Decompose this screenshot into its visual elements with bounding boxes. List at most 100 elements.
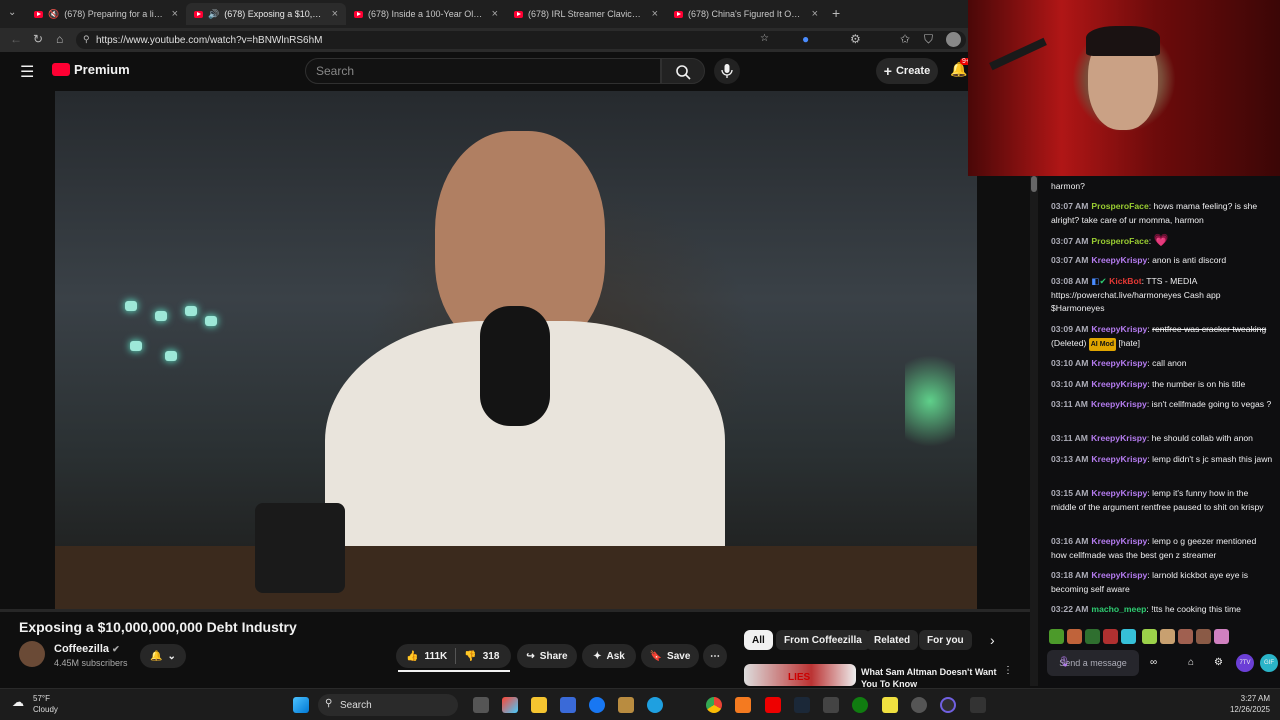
emote[interactable] — [1178, 629, 1193, 644]
chip-related[interactable]: Related — [866, 630, 919, 650]
chat-user[interactable]: KreepyKrispy — [1091, 570, 1147, 580]
chat-user[interactable]: ProsperoFace — [1091, 236, 1148, 246]
emote[interactable] — [1103, 629, 1118, 644]
share-button[interactable]: ↪ Share — [517, 644, 577, 668]
ask-button[interactable]: ✦ Ask — [582, 644, 636, 668]
app-icon[interactable] — [970, 697, 986, 713]
menu-icon[interactable]: ☰ — [20, 62, 34, 82]
gif-icon[interactable]: GIF — [1260, 654, 1278, 672]
recommendation-thumbnail[interactable]: LIES — [744, 664, 856, 686]
video-progress-track[interactable] — [0, 609, 1030, 612]
search-input[interactable]: Search — [305, 58, 661, 84]
profile-avatar[interactable] — [946, 32, 961, 47]
vlc-icon[interactable] — [735, 697, 751, 713]
system-clock[interactable]: 3:27 AM 12/26/2025 — [1200, 693, 1270, 715]
like-button[interactable]: 👍 111K — [406, 651, 447, 662]
weather-icon[interactable]: ☁ — [12, 695, 24, 709]
new-tab-button[interactable]: + — [832, 5, 840, 21]
chat-user[interactable]: KreepyKrispy — [1091, 324, 1147, 334]
more-actions-button[interactable]: ⋯ — [703, 644, 727, 668]
speaker-icon[interactable]: 🔊 — [208, 9, 219, 20]
microphone-icon[interactable]: 🎙 — [1058, 657, 1071, 668]
emote[interactable] — [1121, 629, 1136, 644]
voice-search-button[interactable] — [714, 58, 740, 84]
back-icon[interactable]: ← — [10, 32, 22, 46]
amazon-icon[interactable] — [618, 697, 634, 713]
browser-tab-5[interactable]: (678) China's Figured It Out... - Yo × — [666, 3, 826, 25]
mute-icon[interactable]: 🔇 — [48, 9, 59, 20]
favorite-star-icon[interactable]: ☆ — [760, 33, 769, 44]
emote[interactable] — [1085, 629, 1100, 644]
start-button[interactable] — [293, 697, 309, 713]
chat-user[interactable]: KreepyKrispy — [1091, 433, 1147, 443]
store-icon[interactable] — [560, 697, 576, 713]
browser-tab-3[interactable]: (678) Inside a 100-Year Old Farm × — [346, 3, 506, 25]
emote[interactable] — [1214, 629, 1229, 644]
chat-user[interactable]: KreepyKrispy — [1091, 379, 1147, 389]
shield-icon[interactable]: ⛉ — [924, 32, 933, 47]
url-field[interactable]: ⚲ https://www.youtube.com/watch?v=hBNWln… — [76, 31, 966, 49]
close-tab-icon[interactable]: × — [332, 8, 338, 20]
emote[interactable] — [1160, 629, 1175, 644]
taskbar-search[interactable]: ⚲ Search — [318, 694, 458, 716]
chat-user[interactable]: KreepyKrispy — [1091, 454, 1147, 464]
emote[interactable] — [1196, 629, 1211, 644]
close-tab-icon[interactable]: × — [652, 8, 658, 20]
close-tab-icon[interactable]: × — [172, 8, 178, 20]
channel-name[interactable]: Coffeezilla ✔ — [54, 643, 120, 655]
create-button[interactable]: + Create — [876, 58, 938, 84]
extension-icon[interactable]: ● — [802, 32, 809, 46]
youtube-logo[interactable]: Premium — [52, 62, 130, 77]
edge-icon[interactable] — [647, 697, 663, 713]
chat-user[interactable]: KreepyKrispy — [1091, 399, 1147, 409]
chevron-right-icon[interactable]: › — [990, 632, 995, 648]
chip-from-coffeezilla[interactable]: From Coffeezilla — [776, 630, 870, 650]
recommendation-title[interactable]: What Sam Altman Doesn't Want You To Know — [861, 666, 1001, 690]
chat-user[interactable]: ProsperoFace — [1091, 201, 1148, 211]
emote[interactable] — [1067, 629, 1082, 644]
chat-user[interactable]: KreepyKrispy — [1091, 536, 1147, 546]
weather-widget[interactable]: 57°F Cloudy — [33, 693, 58, 715]
settings-gear-icon[interactable]: ⚙ — [1214, 657, 1223, 668]
xbox-icon[interactable] — [852, 697, 868, 713]
chip-for-you[interactable]: For you — [919, 630, 972, 650]
save-button[interactable]: 🔖 Save — [641, 644, 699, 668]
browser-tab-2[interactable]: 🔊 (678) Exposing a $10,000,000,0 × — [186, 3, 346, 25]
facebook-icon[interactable] — [589, 697, 605, 713]
search-button[interactable] — [661, 58, 705, 84]
browser-tab-1[interactable]: 🔇 (678) Preparing for a lifetime × — [26, 3, 186, 25]
chip-all[interactable]: All — [744, 630, 773, 650]
scrollbar[interactable] — [1030, 176, 1038, 686]
app-icon[interactable] — [823, 697, 839, 713]
chat-user[interactable]: KreepyKrispy — [1091, 488, 1147, 498]
dislike-button[interactable]: 👎 318 — [464, 651, 499, 662]
chat-user[interactable]: KreepyKrispy — [1091, 255, 1147, 265]
subscribed-button[interactable]: 🔔 ⌄ — [140, 644, 186, 668]
copilot-icon[interactable] — [502, 697, 518, 713]
chat-user[interactable]: KreepyKrispy — [1091, 358, 1147, 368]
file-explorer-icon[interactable] — [531, 697, 547, 713]
reload-icon[interactable]: ↻ — [33, 32, 43, 46]
link-icon[interactable]: ∞ — [1150, 657, 1157, 668]
video-player[interactable] — [55, 91, 977, 610]
emote[interactable] — [1049, 629, 1064, 644]
gift-icon[interactable]: ⌂ — [1188, 657, 1194, 668]
youtube-icon[interactable] — [765, 697, 781, 713]
more-vert-icon[interactable]: ⋮ — [1003, 665, 1013, 676]
extensions-icon[interactable]: ⚙ — [850, 32, 861, 46]
settings-icon[interactable] — [911, 697, 927, 713]
emote[interactable] — [1142, 629, 1157, 644]
chat-user[interactable]: macho_meep — [1091, 604, 1146, 614]
browser-tab-4[interactable]: (678) IRL Streamer Clavicular Just × — [506, 3, 666, 25]
tab-list-chevron-icon[interactable]: ⌄ — [8, 7, 16, 18]
favorites-icon[interactable]: ✩ — [900, 32, 910, 46]
obs-icon[interactable] — [940, 697, 956, 713]
site-info-icon[interactable]: ⚲ — [83, 34, 90, 45]
home-icon[interactable]: ⌂ — [56, 32, 63, 46]
channel-avatar[interactable] — [19, 641, 45, 667]
close-tab-icon[interactable]: × — [492, 8, 498, 20]
steam-icon[interactable] — [794, 697, 810, 713]
task-view-icon[interactable] — [473, 697, 489, 713]
chat-user[interactable]: KickBot — [1109, 276, 1141, 286]
notes-icon[interactable] — [882, 697, 898, 713]
